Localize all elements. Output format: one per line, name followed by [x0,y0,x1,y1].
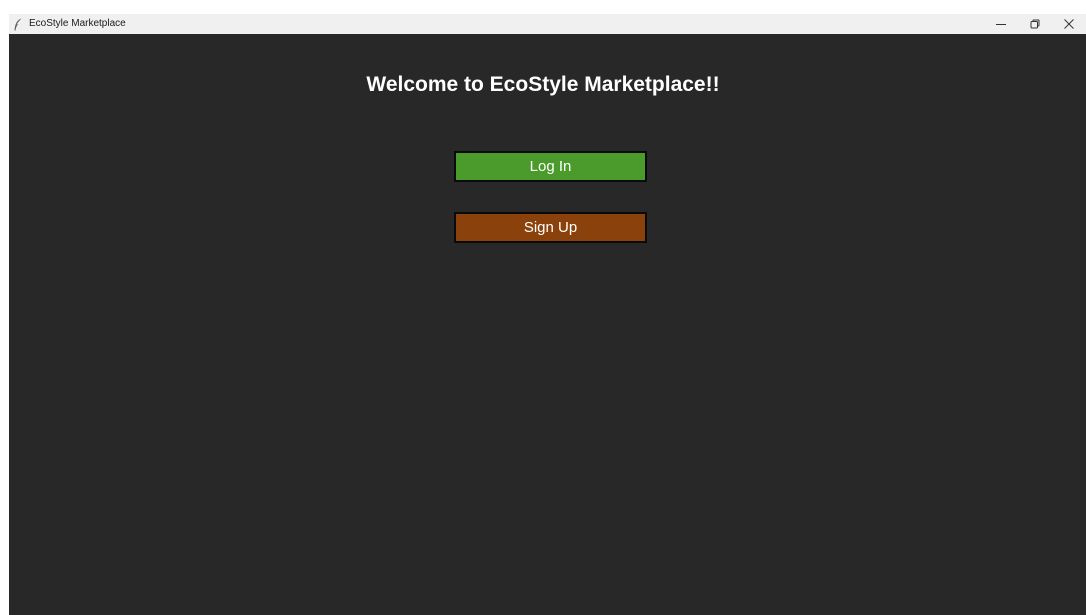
app-window: EcoStyle Marketplace Welcome to EcoStyle… [9,14,1086,615]
restore-button[interactable] [1018,14,1052,34]
feather-icon [11,17,25,31]
screen: EcoStyle Marketplace Welcome to EcoStyle… [0,0,1086,615]
main-content: Welcome to EcoStyle Marketplace!! Log In… [9,34,1086,615]
minimize-icon [996,24,1006,25]
close-icon [1064,19,1074,29]
window-controls [984,14,1086,34]
window-title: EcoStyle Marketplace [29,18,126,29]
title-bar[interactable]: EcoStyle Marketplace [9,14,1086,34]
sign-up-button[interactable]: Sign Up [454,212,647,243]
restore-icon [1030,19,1040,29]
close-button[interactable] [1052,14,1086,34]
minimize-button[interactable] [984,14,1018,34]
log-in-button[interactable]: Log In [454,151,647,182]
welcome-heading: Welcome to EcoStyle Marketplace!! [366,73,720,96]
